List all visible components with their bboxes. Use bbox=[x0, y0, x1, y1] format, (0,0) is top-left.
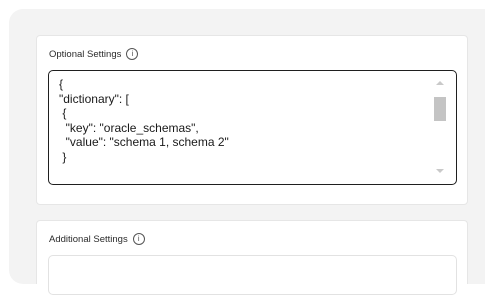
additional-settings-editor[interactable] bbox=[48, 255, 457, 295]
editor-scrollbar[interactable] bbox=[433, 79, 447, 175]
optional-settings-label: Optional Settings bbox=[49, 48, 122, 60]
additional-settings-label-row: Additional Settings i bbox=[49, 233, 145, 245]
scroll-down-arrow-icon[interactable] bbox=[436, 169, 444, 173]
additional-settings-section: Additional Settings i bbox=[36, 220, 468, 295]
info-icon[interactable]: i bbox=[126, 48, 139, 60]
optional-settings-section: Optional Settings i { "dictionary": [ { … bbox=[36, 35, 468, 205]
optional-settings-json-editor[interactable]: { "dictionary": [ { "key": "oracle_schem… bbox=[48, 70, 457, 185]
scroll-up-arrow-icon[interactable] bbox=[436, 81, 444, 85]
optional-settings-label-row: Optional Settings i bbox=[49, 48, 139, 60]
json-editor-content[interactable]: { "dictionary": [ { "key": "oracle_schem… bbox=[59, 77, 419, 177]
info-icon[interactable]: i bbox=[132, 233, 145, 245]
scrollbar-thumb[interactable] bbox=[434, 97, 446, 121]
additional-settings-label: Additional Settings bbox=[49, 233, 128, 245]
